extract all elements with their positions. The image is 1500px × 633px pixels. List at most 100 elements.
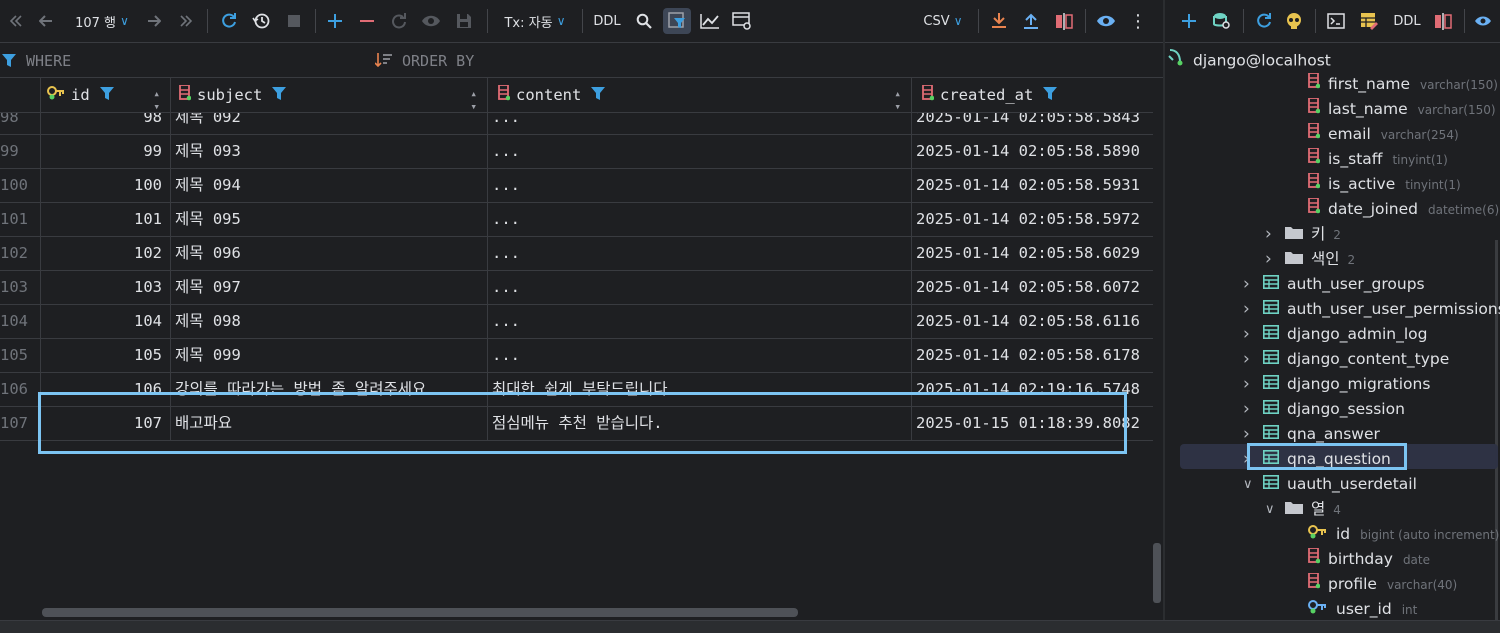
submit-icon[interactable]: [454, 8, 474, 34]
created-at-cell[interactable]: 2025-01-14 02:05:58.5890: [912, 135, 1153, 168]
table-row[interactable]: 104 104 제목 098... 2025-01-14 02:05:58.6116: [0, 305, 1153, 339]
table-row[interactable]: 100 100 제목 094... 2025-01-14 02:05:58.5931: [0, 169, 1153, 203]
sort-icon[interactable]: ▴ ▾: [153, 87, 160, 113]
id-cell[interactable]: 103: [41, 271, 171, 304]
created-at-cell[interactable]: 2025-01-14 02:05:58.6029: [912, 237, 1153, 270]
created-at-cell[interactable]: 2025-01-14 02:05:58.6072: [912, 271, 1153, 304]
search-icon[interactable]: [634, 8, 654, 34]
history-icon[interactable]: [250, 8, 272, 34]
chevron-right-icon[interactable]: ›: [1243, 372, 1250, 397]
column-header-id[interactable]: id ▴ ▾: [41, 78, 171, 113]
horizontal-scrollbar[interactable]: [42, 608, 798, 617]
eye-icon[interactable]: [1473, 8, 1493, 34]
created-at-cell[interactable]: 2025-01-14 02:05:58.5972: [912, 203, 1153, 236]
subject-cell[interactable]: 제목 099: [171, 339, 488, 372]
refresh-icon[interactable]: [1253, 8, 1275, 34]
content-cell[interactable]: ...: [488, 135, 912, 168]
chevron-down-icon[interactable]: ∨: [1265, 497, 1275, 522]
content-cell[interactable]: ...: [488, 169, 912, 202]
row-count-dropdown[interactable]: 107 행 ∨: [66, 8, 138, 34]
tree-column-node[interactable]: email varchar(254): [1308, 122, 1459, 147]
chevron-right-icon[interactable]: ›: [1243, 322, 1250, 347]
tree-table-node[interactable]: › auth_user_groups: [1243, 272, 1425, 297]
row-number-cell[interactable]: 107: [0, 407, 41, 440]
subject-cell[interactable]: 제목 095: [171, 203, 488, 236]
export-format-dropdown[interactable]: CSV ∨: [918, 8, 968, 34]
tree-table-node[interactable]: › django_content_type: [1243, 347, 1449, 372]
subject-cell[interactable]: 강의를 따라가는 방법 좀 알려주세요: [171, 373, 488, 406]
column-header-subject[interactable]: subject ▴ ▾: [171, 78, 488, 113]
ddl-button[interactable]: DDL: [1390, 8, 1424, 34]
tree-column-node[interactable]: user_id int: [1308, 597, 1417, 620]
id-cell[interactable]: 102: [41, 237, 171, 270]
tree-connection-node[interactable]: django@localhost: [1167, 48, 1331, 73]
id-cell[interactable]: 101: [41, 203, 171, 236]
column-filter-icon[interactable]: [272, 86, 287, 104]
tree-column-node[interactable]: date_joined datetime(6): [1308, 197, 1499, 222]
subject-cell[interactable]: 배고파요: [171, 407, 488, 440]
data-source-properties-icon[interactable]: [1211, 8, 1233, 34]
column-filter-icon[interactable]: [591, 86, 606, 104]
console-icon[interactable]: [1325, 8, 1347, 34]
prev-page-icon[interactable]: [36, 8, 56, 34]
row-number-cell[interactable]: 105: [0, 339, 41, 372]
chevron-right-icon[interactable]: ›: [1243, 397, 1250, 422]
chevron-right-icon[interactable]: ›: [1243, 347, 1250, 372]
more-options-icon[interactable]: ⋮: [1128, 8, 1148, 34]
order-by-input[interactable]: ORDER BY: [402, 52, 474, 70]
subject-cell[interactable]: 제목 097: [171, 271, 488, 304]
upload-icon[interactable]: [1021, 8, 1041, 34]
row-number-cell[interactable]: 106: [0, 373, 41, 406]
add-icon[interactable]: [1179, 8, 1199, 34]
tree-folder-indexes[interactable]: › 색인 2: [1265, 247, 1355, 272]
table-editor-icon[interactable]: [1358, 8, 1380, 34]
tree-folder-keys[interactable]: › 키 2: [1265, 222, 1341, 247]
revert-icon[interactable]: [389, 8, 409, 34]
vertical-scrollbar[interactable]: [1153, 543, 1161, 603]
tree-column-node[interactable]: first_name varchar(150): [1308, 72, 1498, 97]
created-at-cell[interactable]: 2025-01-14 02:05:58.6178: [912, 339, 1153, 372]
column-header-created-at[interactable]: created_at: [912, 78, 1153, 112]
chevron-right-icon[interactable]: ›: [1243, 297, 1250, 322]
table-row[interactable]: 99 99 제목 093... 2025-01-14 02:05:58.5890: [0, 135, 1153, 169]
download-icon[interactable]: [989, 8, 1009, 34]
row-number-cell[interactable]: 99: [0, 135, 41, 168]
last-page-icon[interactable]: [176, 8, 196, 34]
subject-cell[interactable]: 제목 093: [171, 135, 488, 168]
tree-table-node[interactable]: › auth_user_user_permissions: [1243, 297, 1500, 322]
first-page-icon[interactable]: [6, 8, 26, 34]
refresh-icon[interactable]: [218, 8, 240, 34]
created-at-cell[interactable]: 2025-01-15 01:18:39.8082: [912, 407, 1153, 440]
subject-cell[interactable]: 제목 098: [171, 305, 488, 338]
tree-table-node[interactable]: › django_migrations: [1243, 372, 1430, 397]
content-cell[interactable]: 점심메뉴 추천 받습니다.: [488, 407, 912, 440]
tree-column-node[interactable]: profile varchar(40): [1308, 572, 1457, 597]
tree-column-node[interactable]: is_active tinyint(1): [1308, 172, 1461, 197]
column-filter-icon[interactable]: [1043, 86, 1058, 104]
table-row[interactable]: 102 102 제목 096... 2025-01-14 02:05:58.6029: [0, 237, 1153, 271]
id-cell[interactable]: 106: [41, 373, 171, 406]
compare-icon[interactable]: [1432, 8, 1454, 34]
content-cell[interactable]: ...: [488, 305, 912, 338]
row-number-cell[interactable]: 100: [0, 169, 41, 202]
tx-mode-dropdown[interactable]: Tx: 자동 ∨: [498, 8, 572, 34]
subject-cell[interactable]: 제목 096: [171, 237, 488, 270]
tree-table-node[interactable]: › django_admin_log: [1243, 322, 1427, 347]
sort-icon[interactable]: ▴ ▾: [470, 87, 477, 113]
table-row[interactable]: 105 105 제목 099... 2025-01-14 02:05:58.6178: [0, 339, 1153, 373]
id-cell[interactable]: 105: [41, 339, 171, 372]
chevron-right-icon[interactable]: ›: [1265, 247, 1272, 272]
view-mode-eye-icon[interactable]: [1094, 8, 1118, 34]
where-input[interactable]: WHERE: [26, 52, 71, 70]
tree-table-node[interactable]: › django_session: [1243, 397, 1405, 422]
chevron-right-icon[interactable]: ›: [1243, 272, 1250, 297]
chart-icon[interactable]: [699, 8, 721, 34]
id-cell[interactable]: 100: [41, 169, 171, 202]
created-at-cell[interactable]: 2025-01-14 02:05:58.6116: [912, 305, 1153, 338]
add-row-icon[interactable]: [325, 8, 345, 34]
preview-icon[interactable]: [420, 8, 442, 34]
delete-row-icon[interactable]: [357, 8, 377, 34]
subject-cell[interactable]: 제목 094: [171, 169, 488, 202]
row-number-cell[interactable]: 102: [0, 237, 41, 270]
content-cell[interactable]: ...: [488, 271, 912, 304]
